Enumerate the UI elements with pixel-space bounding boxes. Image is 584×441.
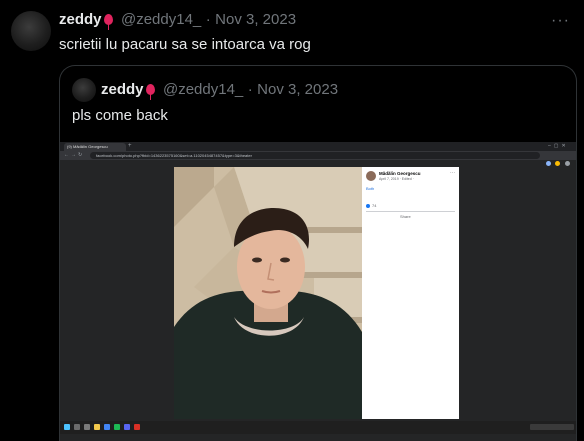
quoted-handle: @zeddy14_ [162, 81, 244, 98]
nav-arrows-icon: ←→↻ [64, 152, 85, 158]
balloon-icon [145, 84, 155, 100]
separator: · [205, 11, 211, 28]
quoted-avatar [72, 78, 96, 102]
divider [366, 211, 455, 212]
quoted-tweet-text: pls come back [72, 107, 168, 124]
post-caption: Both [366, 186, 375, 191]
handle[interactable]: @zeddy14_ [121, 11, 201, 28]
task-view-icon [84, 424, 90, 430]
window-controls-icon: –▢✕ [548, 143, 569, 149]
like-icon [366, 204, 370, 208]
discord-icon [124, 424, 130, 430]
poster-avatar [366, 171, 376, 181]
tweet-text: scrietii lu pacaru sa se intoarca va rog [59, 36, 311, 53]
spotify-icon [114, 424, 120, 430]
new-tab-icon: + [128, 143, 132, 149]
browser-tab-bar [60, 142, 576, 151]
search-icon [74, 424, 80, 430]
quoted-tweet[interactable]: zeddy @zeddy14_ · Nov 3, 2023 pls come b… [59, 65, 577, 441]
start-icon [64, 424, 70, 430]
balloon-icon [103, 14, 113, 30]
like-count: 74 [372, 203, 377, 208]
quoted-display-name: zeddy [101, 81, 144, 98]
separator: · [247, 81, 253, 98]
post-date: April 7, 2019 · Edited · [379, 177, 414, 181]
avatar[interactable] [11, 11, 51, 51]
extension-icons [546, 153, 572, 166]
tweet-header: zeddy @zeddy14_ · Nov 3, 2023 [59, 11, 296, 30]
quoted-date: Nov 3, 2023 [257, 81, 339, 98]
quoted-tweet-header: zeddy @zeddy14_ · Nov 3, 2023 [101, 81, 339, 100]
system-tray [530, 424, 574, 430]
address-bar: facebook.com/photo.php?fbid=143622357516… [90, 152, 540, 159]
attached-screenshot-image[interactable]: (9) Mădălin Georgescu + –▢✕ ←→↻ facebook… [60, 142, 576, 441]
file-explorer-icon [94, 424, 100, 430]
facebook-post-panel: Mădălin Georgescu April 7, 2019 · Edited… [362, 167, 459, 419]
tweet-date[interactable]: Nov 3, 2023 [215, 11, 296, 28]
poster-name: Mădălin Georgescu [379, 171, 421, 176]
more-options-icon[interactable]: ··· [551, 12, 570, 30]
browser-tab: (9) Mădălin Georgescu [64, 143, 126, 151]
display-name[interactable]: zeddy [59, 11, 102, 28]
post-options-icon: ··· [450, 170, 455, 176]
share-button: Share [400, 214, 411, 219]
app-icon [134, 424, 140, 430]
selfie-photo [174, 167, 362, 419]
chrome-icon [104, 424, 110, 430]
